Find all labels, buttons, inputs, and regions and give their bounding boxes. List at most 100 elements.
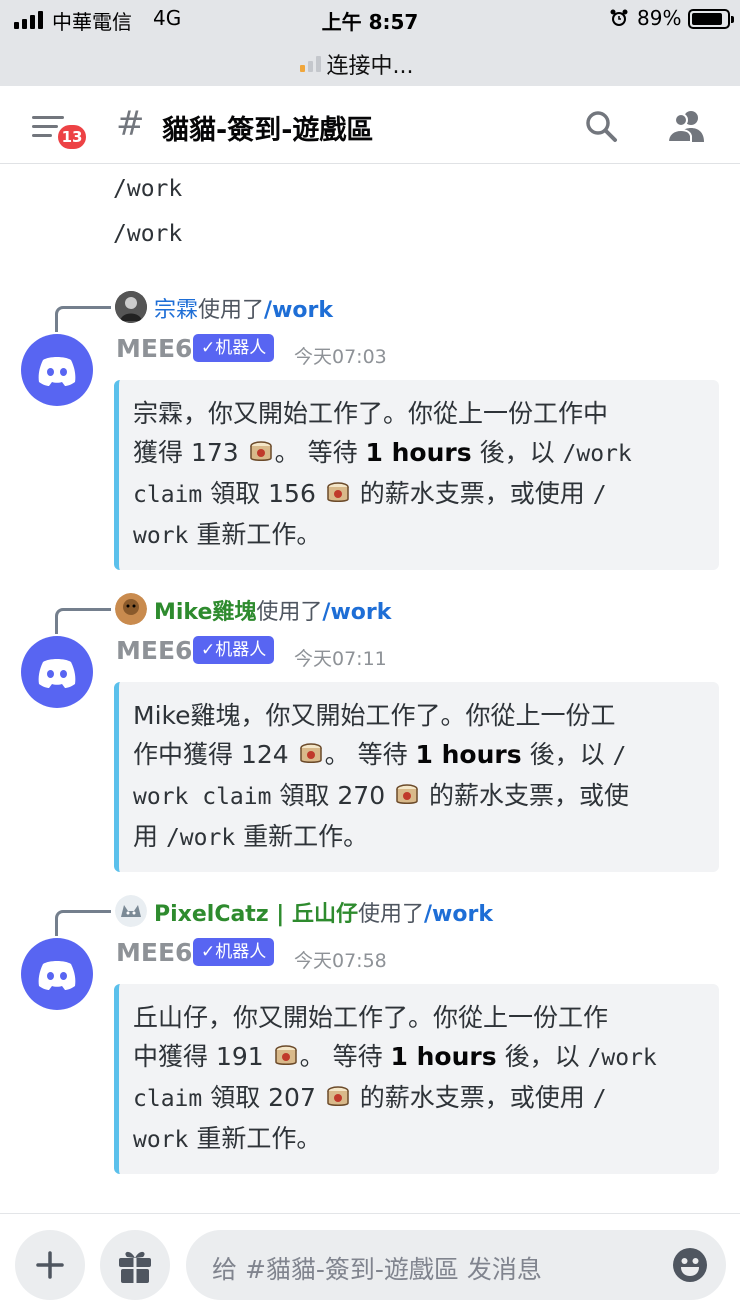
timestamp: 今天07:58 — [294, 950, 387, 972]
message-embed: Mike雞塊，你又開始工作了。你從上一份工 作中獲得 124 。 等待 1 ho… — [114, 682, 719, 872]
reply-header[interactable]: PixelCatz | 丘山仔使用了/work — [154, 896, 493, 928]
reply-username[interactable]: 宗霖 — [154, 298, 198, 323]
embed-text-line: claim 領取 207 的薪水支票，或使用 / — [133, 1078, 703, 1119]
discord-logo-icon[interactable] — [21, 636, 93, 708]
embed-code-text: /work — [587, 1045, 657, 1071]
embed-bold-text: 1 hours — [415, 740, 522, 769]
status-bar: 中華電信 4G 上午 8:57 89% 连接中... — [0, 0, 740, 86]
author-name[interactable]: MEE6 — [116, 334, 192, 363]
embed-text-line: claim 領取 156 的薪水支票，或使用 / — [133, 474, 703, 515]
message-embed: 宗霖，你又開始工作了。你從上一份工作中 獲得 173 。 等待 1 hours … — [114, 380, 719, 570]
reply-action: 使用了 — [256, 600, 323, 625]
reply-username[interactable]: PixelCatz | 丘山仔 — [154, 902, 358, 927]
embed-text: 後，以 — [471, 438, 563, 467]
gift-icon — [119, 1251, 151, 1283]
discord-logo-icon[interactable] — [21, 938, 93, 1010]
embed-text: 重新工作。 — [235, 822, 369, 851]
embed-text-line: work claim 領取 270 的薪水支票，或使 — [133, 776, 703, 817]
message-embed: 丘山仔，你又開始工作了。你從上一份工作 中獲得 191 。 等待 1 hours… — [114, 984, 719, 1174]
embed-code-text: work — [133, 1127, 189, 1153]
embed-bold-text: 1 hours — [365, 438, 472, 467]
message-text: /work — [113, 221, 183, 247]
channel-title: 貓貓-簽到-遊戲區 — [162, 115, 374, 146]
search-icon[interactable] — [583, 108, 619, 144]
embed-code-text: / — [592, 482, 607, 508]
unread-badge: 13 — [55, 122, 89, 152]
embed-text-line: 中獲得 191 。 等待 1 hours 後，以 /work — [133, 1037, 703, 1078]
embed-code-text: /work — [165, 825, 236, 851]
plus-icon — [36, 1251, 64, 1279]
reply-action: 使用了 — [357, 902, 424, 927]
embed-text: 重新工作。 — [188, 1124, 322, 1153]
reply-header[interactable]: 宗霖使用了/work — [154, 292, 333, 324]
timestamp: 今天07:11 — [294, 648, 387, 670]
drum-emoji-icon — [396, 784, 418, 804]
gift-button[interactable] — [100, 1230, 170, 1300]
reply-user-avatar[interactable] — [115, 593, 147, 625]
embed-text: 領取 270 — [271, 781, 394, 810]
status-time: 上午 8:57 — [321, 10, 419, 34]
discord-logo-icon[interactable] — [21, 334, 93, 406]
embed-text: 後，以 — [521, 740, 613, 769]
embed-text: 重新工作。 — [188, 520, 322, 549]
embed-code-text: work — [133, 523, 189, 549]
message-composer: 给 #貓貓-簽到-遊戲區 发消息 — [0, 1213, 740, 1315]
reply-command[interactable]: /work — [322, 600, 391, 625]
bot-tag: ✓机器人 — [193, 334, 275, 362]
embed-text: 獲得 173 — [133, 438, 247, 467]
embed-text: 的薪水支票，或使用 — [351, 1083, 593, 1112]
reply-user-avatar[interactable] — [115, 895, 147, 927]
embed-code-text: / — [592, 1086, 607, 1112]
embed-text: 領取 207 — [202, 1083, 324, 1112]
embed-text: 用 — [133, 822, 166, 851]
embed-text: 後，以 — [496, 1042, 588, 1071]
reply-connector — [55, 910, 111, 936]
emoji-icon[interactable] — [672, 1247, 708, 1283]
author-name[interactable]: MEE6 — [116, 938, 192, 967]
embed-text-line: Mike雞塊，你又開始工作了。你從上一份工 — [133, 701, 616, 730]
drum-emoji-icon — [327, 1086, 349, 1106]
reply-connector — [55, 306, 111, 332]
members-icon[interactable] — [666, 108, 706, 144]
embed-code-text: claim — [133, 1086, 203, 1112]
embed-text-line: work 重新工作。 — [133, 1119, 703, 1160]
author-name[interactable]: MEE6 — [116, 636, 192, 665]
embed-text-line: 作中獲得 124 。 等待 1 hours 後，以 / — [133, 735, 703, 776]
drum-emoji-icon — [249, 441, 272, 461]
connection-status: 连接中... — [326, 54, 414, 79]
channel-header: 13 # 貓貓-簽到-遊戲區 — [0, 86, 740, 164]
reply-command[interactable]: /work — [424, 902, 493, 927]
reply-command[interactable]: /work — [264, 298, 333, 323]
embed-code-text: / — [612, 743, 627, 769]
reply-user-avatar[interactable] — [115, 291, 147, 323]
embed-text: 的薪水支票，或使用 — [351, 479, 593, 508]
embed-code-text: claim — [133, 482, 203, 508]
embed-text-line: 丘山仔，你又開始工作了。你從上一份工作 — [133, 1003, 609, 1032]
reply-header[interactable]: Mike雞塊使用了/work — [154, 594, 391, 626]
embed-text: 。 等待 — [324, 740, 416, 769]
embed-text-line: 獲得 173 。 等待 1 hours 後，以 /work — [133, 433, 703, 474]
channel-list-button[interactable]: 13 — [32, 112, 89, 152]
message-text: /work — [113, 176, 183, 202]
embed-text-line: 用 /work 重新工作。 — [133, 817, 703, 858]
reply-connector — [55, 608, 111, 634]
embed-text-line: 宗霖，你又開始工作了。你從上一份工作中 — [133, 399, 609, 428]
embed-text-line: work 重新工作。 — [133, 515, 703, 556]
reply-username[interactable]: Mike雞塊 — [154, 600, 256, 625]
reply-action: 使用了 — [198, 298, 265, 323]
embed-text: 中獲得 191 — [133, 1042, 272, 1071]
embed-code-text: /work — [562, 441, 632, 467]
timestamp: 今天07:03 — [294, 346, 387, 368]
battery-percent: 89% — [637, 6, 682, 30]
embed-bold-text: 1 hours — [390, 1042, 497, 1071]
embed-text: 領取 156 — [202, 479, 324, 508]
message-input-placeholder: 给 #貓貓-簽到-遊戲區 发消息 — [212, 1255, 542, 1284]
embed-text: 作中獲得 124 — [133, 740, 297, 769]
embed-text: 。 等待 — [299, 1042, 391, 1071]
message-input[interactable]: 给 #貓貓-簽到-遊戲區 发消息 — [186, 1230, 726, 1300]
add-attachment-button[interactable] — [15, 1230, 85, 1300]
embed-text: 的薪水支票，或使 — [421, 781, 629, 810]
drum-emoji-icon — [299, 743, 322, 763]
drum-emoji-icon — [274, 1045, 297, 1065]
embed-text: 。 等待 — [274, 438, 366, 467]
